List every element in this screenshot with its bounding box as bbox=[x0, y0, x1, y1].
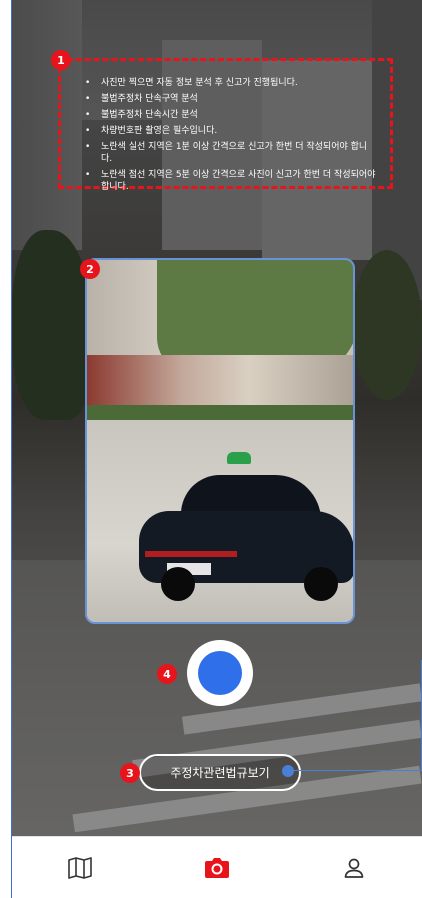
nav-item-map[interactable] bbox=[50, 846, 110, 890]
callout-marker-3: 3 bbox=[120, 763, 140, 783]
view-parking-law-button[interactable]: 주정차관련법규보기 bbox=[139, 754, 301, 791]
shutter-button[interactable] bbox=[187, 640, 253, 706]
callout-marker-4: 4 bbox=[157, 664, 177, 684]
guide-item: 불법주정차 단속시간 분석 bbox=[85, 109, 378, 121]
camera-icon bbox=[204, 857, 229, 878]
app-screen: 사진만 찍으면 자동 정보 분석 후 신고가 진행됩니다. 불법주정차 단속구역… bbox=[0, 0, 422, 898]
map-icon bbox=[68, 856, 93, 879]
guide-item: 차량번호판 촬영은 필수입니다. bbox=[85, 125, 378, 137]
capture-frame bbox=[85, 258, 355, 624]
left-guide-line bbox=[11, 0, 12, 898]
guide-item: 노란색 점선 지역은 5분 이상 간격으로 사진이 신고가 한번 더 작성되어야… bbox=[85, 169, 378, 193]
bottom-navigation bbox=[12, 836, 422, 898]
user-icon bbox=[344, 858, 363, 878]
nav-item-profile[interactable] bbox=[324, 846, 384, 890]
view-parking-law-label: 주정차관련법규보기 bbox=[170, 766, 270, 780]
shutter-core bbox=[198, 651, 242, 695]
connector-line bbox=[293, 770, 422, 771]
guide-list: 사진만 찍으면 자동 정보 분석 후 신고가 진행됩니다. 불법주정차 단속구역… bbox=[85, 77, 378, 193]
guide-item: 사진만 찍으면 자동 정보 분석 후 신고가 진행됩니다. bbox=[85, 77, 378, 89]
vehicle-image bbox=[139, 475, 353, 601]
callout-marker-2: 2 bbox=[80, 259, 100, 279]
callout-marker-1: 1 bbox=[51, 50, 71, 70]
nav-item-camera[interactable] bbox=[187, 846, 247, 890]
guide-instructions-box: 사진만 찍으면 자동 정보 분석 후 신고가 진행됩니다. 불법주정차 단속구역… bbox=[58, 58, 393, 192]
guide-item: 불법주정차 단속구역 분석 bbox=[85, 93, 378, 105]
connector-dot bbox=[282, 765, 294, 777]
guide-item: 노란색 실선 지역은 1분 이상 간격으로 신고가 한번 더 작성되어야 합니다… bbox=[85, 141, 378, 165]
taxi-sign bbox=[227, 452, 251, 464]
